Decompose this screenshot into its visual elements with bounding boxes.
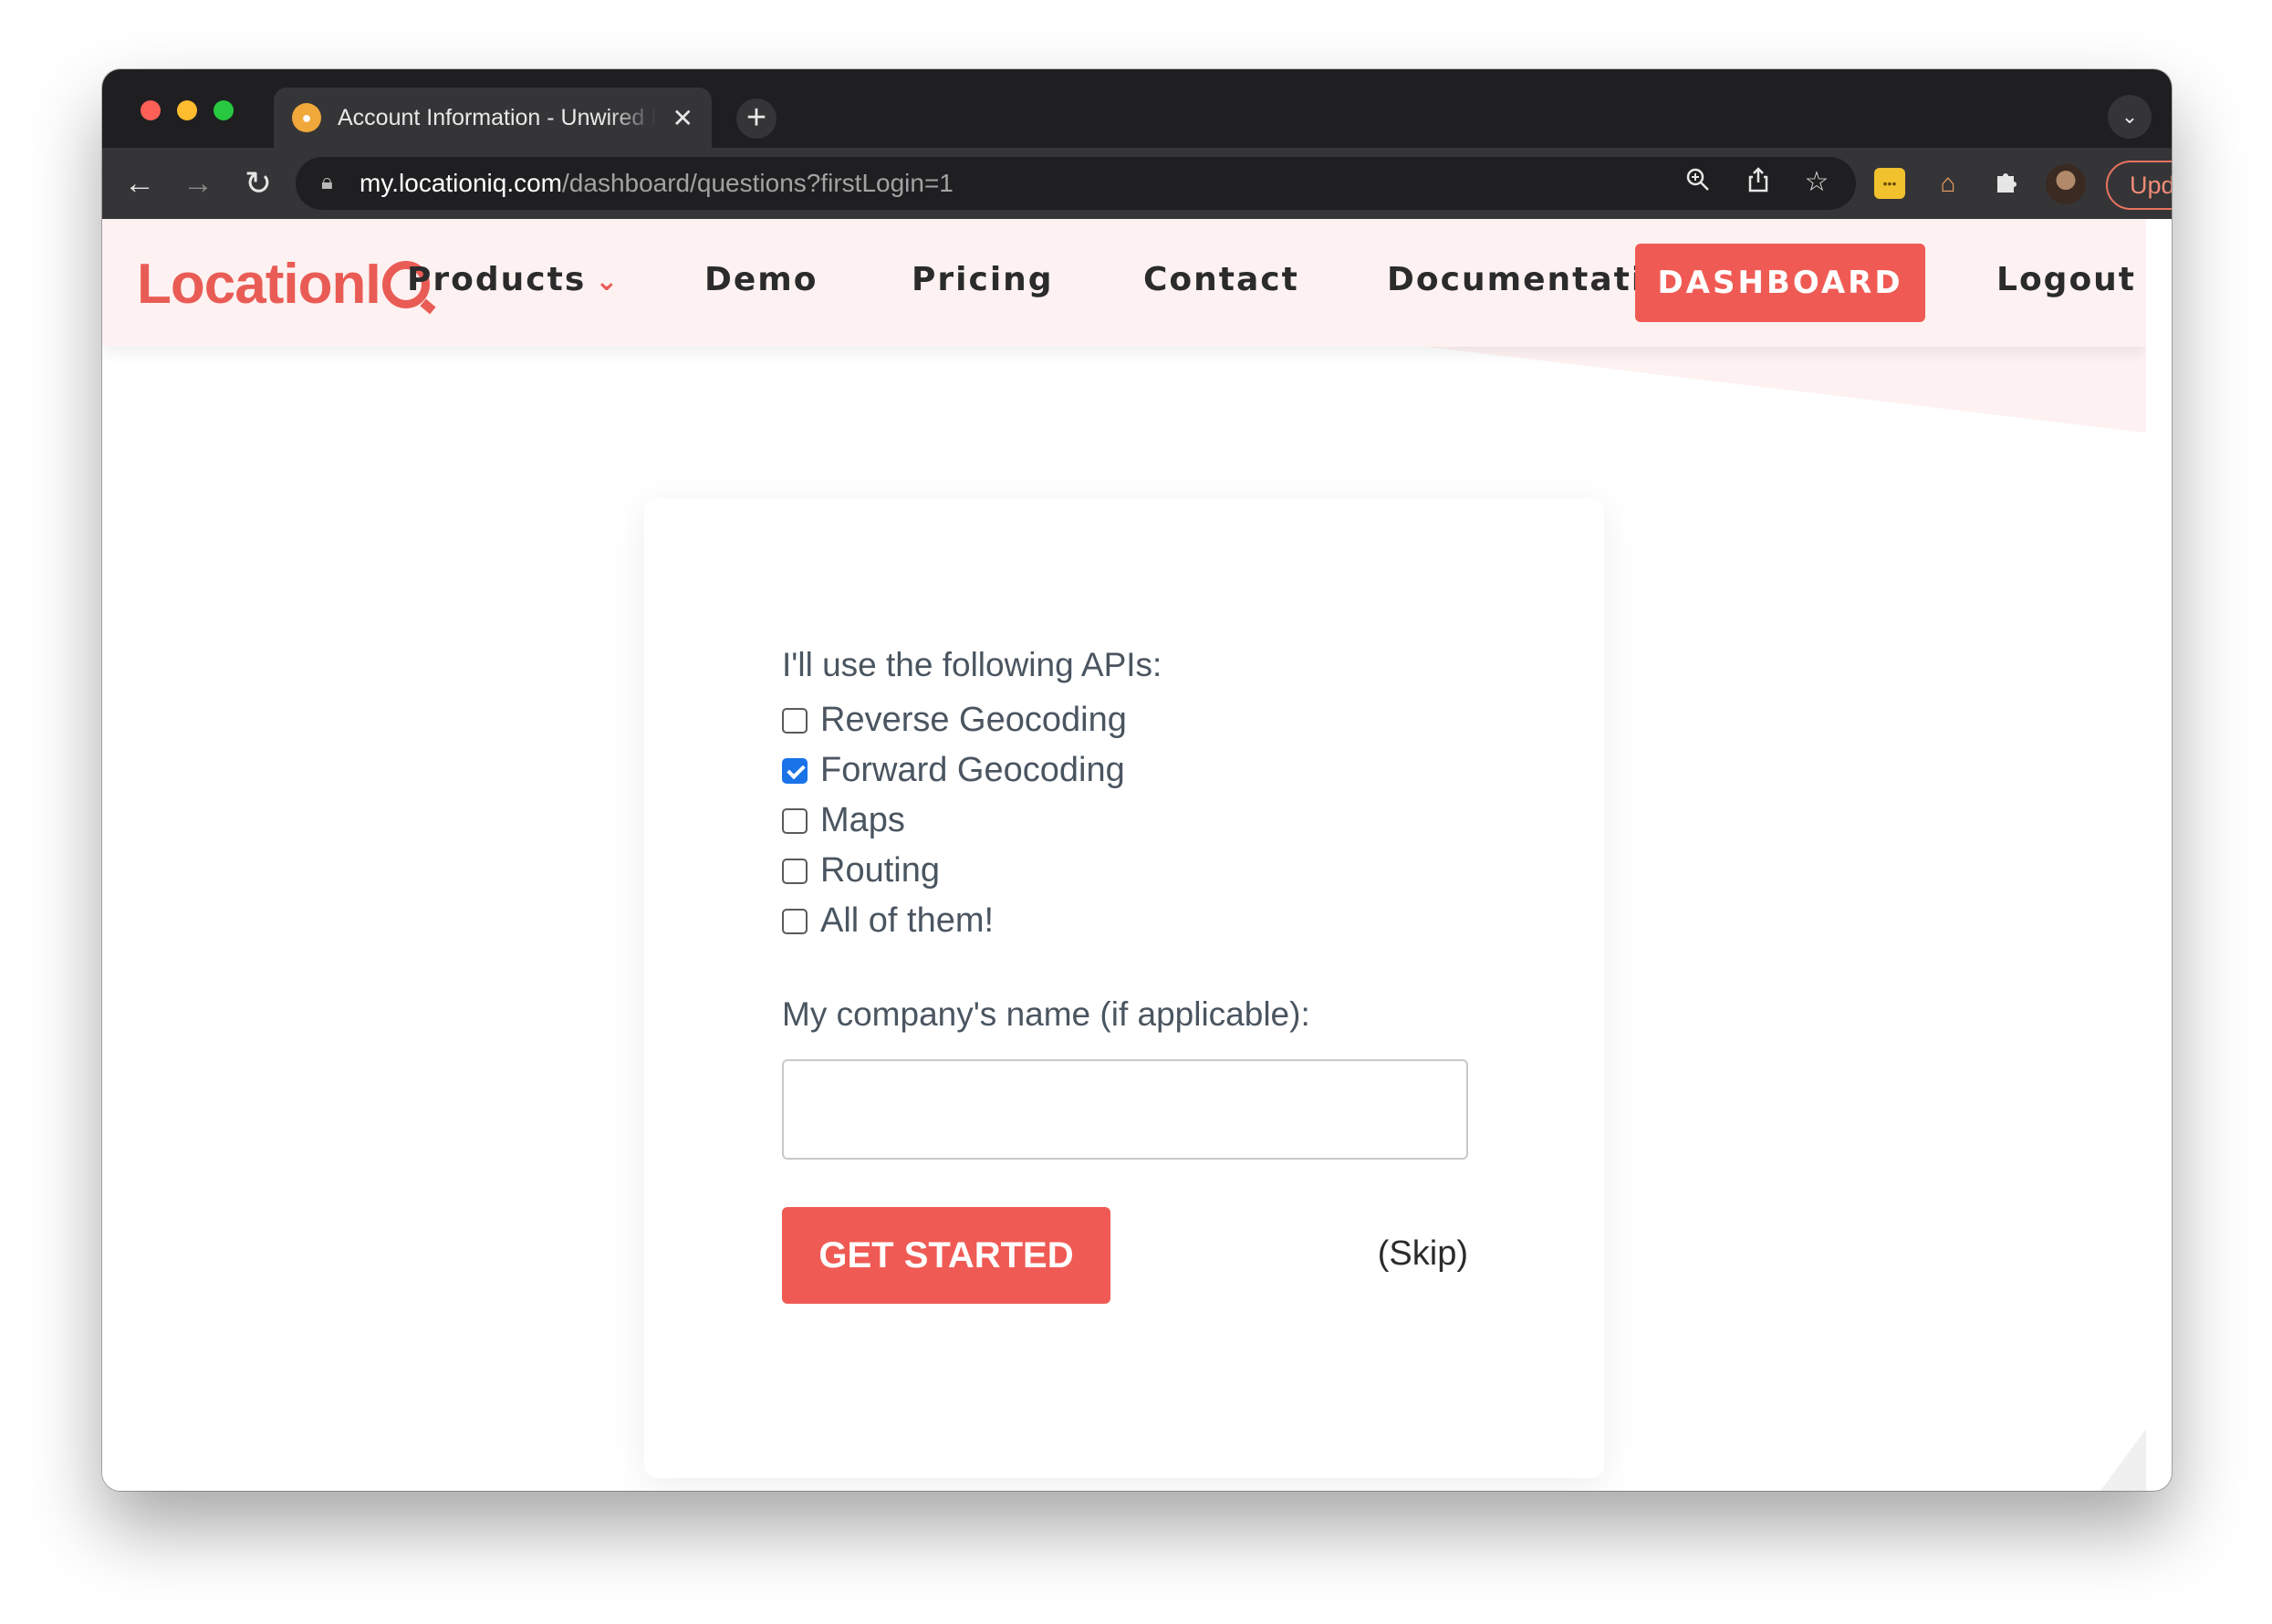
maximize-window-button[interactable] bbox=[214, 100, 234, 120]
api-checkbox[interactable] bbox=[782, 707, 808, 734]
api-option[interactable]: Routing bbox=[782, 846, 1468, 896]
api-checkbox-list: Reverse Geocoding Forward Geocoding Maps Ro… bbox=[782, 695, 1468, 946]
api-option-label[interactable]: Reverse Geocoding bbox=[820, 701, 1127, 740]
chevron-down-icon: ⌄ bbox=[595, 265, 620, 297]
api-option-label[interactable]: All of them! bbox=[820, 901, 994, 941]
locationiq-logo[interactable]: LocationI bbox=[137, 252, 430, 317]
back-arrow-icon[interactable]: ← bbox=[117, 161, 162, 206]
api-option[interactable]: Reverse Geocoding bbox=[782, 695, 1468, 745]
api-checkbox[interactable] bbox=[782, 807, 808, 834]
nav-products-label: Products bbox=[407, 261, 587, 298]
onboarding-card: I'll use the following APIs: Reverse Geo… bbox=[644, 498, 1604, 1478]
company-name-input[interactable] bbox=[782, 1059, 1468, 1160]
share-icon[interactable] bbox=[1741, 166, 1776, 201]
minimize-window-button[interactable] bbox=[177, 100, 197, 120]
api-option-label[interactable]: Maps bbox=[820, 801, 905, 840]
browser-tab[interactable]: ● Account Information - Unwired Labs ✕ bbox=[274, 88, 712, 148]
api-option-label[interactable]: Routing bbox=[820, 851, 940, 890]
url-host: my.locationiq.com bbox=[360, 169, 563, 197]
form-actions: GET STARTED (Skip) bbox=[782, 1207, 1468, 1304]
api-checkbox[interactable] bbox=[782, 908, 808, 934]
url-path: /dashboard/questions?firstLogin=1 bbox=[562, 169, 954, 197]
nav-logout[interactable]: Logout bbox=[1996, 261, 2136, 298]
apis-label: I'll use the following APIs: bbox=[782, 646, 1162, 683]
zoom-icon[interactable] bbox=[1681, 166, 1715, 201]
company-name-label: My company's name (if applicable): bbox=[782, 995, 1310, 1033]
nav-pricing[interactable]: Pricing bbox=[912, 261, 1054, 298]
nav-products[interactable]: Products ⌄ bbox=[407, 261, 620, 298]
forward-arrow-icon[interactable]: → bbox=[175, 161, 221, 206]
site-favicon-icon: ● bbox=[292, 103, 321, 132]
api-option[interactable]: Maps bbox=[782, 796, 1468, 846]
tab-search-chevron-icon[interactable]: ⌄ bbox=[2108, 95, 2152, 139]
logo-text: LocationI bbox=[137, 253, 381, 316]
profile-avatar[interactable] bbox=[2046, 164, 2086, 204]
api-option-label[interactable]: Forward Geocoding bbox=[820, 751, 1125, 790]
api-option[interactable]: Forward Geocoding bbox=[782, 745, 1468, 796]
page-content: LocationI Products ⌄ Demo Pricing Contact… bbox=[102, 219, 2146, 1491]
api-checkbox[interactable] bbox=[782, 757, 808, 784]
nav-contact[interactable]: Contact bbox=[1143, 261, 1299, 298]
browser-toolbar: ← → ↻ 🔒︎ my.locationiq.com/dashboard/que… bbox=[102, 148, 2172, 219]
update-label: Update bbox=[2130, 171, 2172, 199]
bookmark-star-icon[interactable]: ☆ bbox=[1799, 166, 1834, 198]
close-tab-icon[interactable]: ✕ bbox=[672, 103, 693, 133]
decorative-corner bbox=[2100, 1429, 2146, 1491]
extension-notes-icon[interactable]: ••• bbox=[1874, 168, 1905, 199]
address-bar[interactable]: 🔒︎ my.locationiq.com/dashboard/questions… bbox=[296, 157, 1856, 210]
tab-strip: ● Account Information - Unwired Labs ✕ +… bbox=[102, 69, 2172, 148]
new-tab-button[interactable]: + bbox=[736, 99, 776, 139]
nav-dashboard-button[interactable]: DASHBOARD bbox=[1635, 244, 1925, 322]
nav-demo[interactable]: Demo bbox=[704, 261, 818, 298]
url-text[interactable]: my.locationiq.com/dashboard/questions?fi… bbox=[360, 169, 954, 198]
reload-icon[interactable]: ↻ bbox=[235, 161, 281, 206]
api-checkbox[interactable] bbox=[782, 858, 808, 884]
extensions-puzzle-icon[interactable] bbox=[1991, 168, 2022, 199]
lock-icon[interactable]: 🔒︎ bbox=[321, 170, 333, 195]
close-window-button[interactable] bbox=[141, 100, 161, 120]
tab-title: Account Information - Unwired Labs bbox=[338, 104, 656, 130]
update-button[interactable]: Update ⋮ bbox=[2106, 161, 2172, 210]
skip-link[interactable]: (Skip) bbox=[1378, 1234, 1468, 1274]
browser-window: ● Account Information - Unwired Labs ✕ +… bbox=[102, 69, 2172, 1491]
get-started-button[interactable]: GET STARTED bbox=[782, 1207, 1110, 1304]
api-option[interactable]: All of them! bbox=[782, 896, 1468, 946]
extension-home-icon[interactable]: ⌂ bbox=[1933, 168, 1964, 199]
onboarding-form: I'll use the following APIs: Reverse Geo… bbox=[782, 635, 1468, 1304]
site-navbar: LocationI Products ⌄ Demo Pricing Contact… bbox=[102, 219, 2146, 347]
